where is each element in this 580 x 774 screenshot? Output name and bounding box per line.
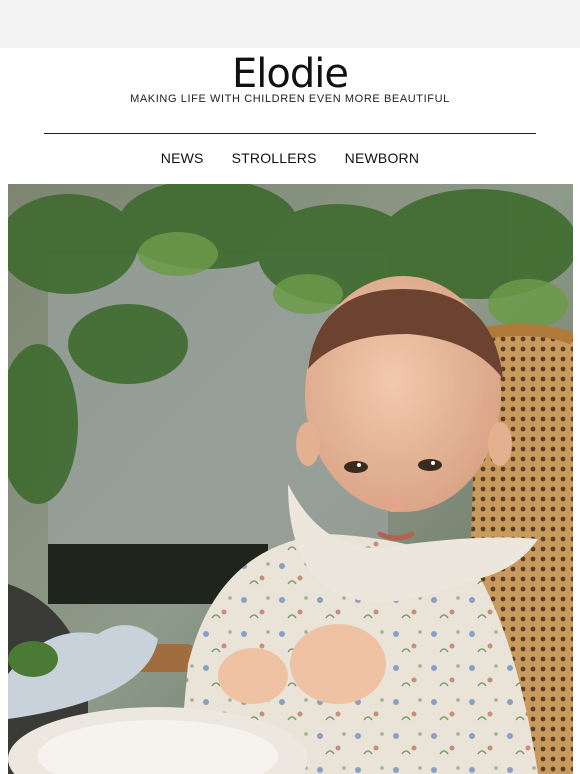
hero-image[interactable] <box>8 184 573 774</box>
brand-logo[interactable]: Elodie <box>0 52 580 96</box>
header-divider <box>44 133 536 134</box>
email-preheader-strip <box>0 0 580 48</box>
brand-tagline: MAKING LIFE WITH CHILDREN EVEN MORE BEAU… <box>130 93 450 105</box>
nav-link-news[interactable]: NEWS <box>161 150 204 166</box>
main-nav: NEWS STROLLERS NEWBORN <box>0 150 580 166</box>
nav-link-strollers[interactable]: STROLLERS <box>232 150 317 166</box>
nav-link-newborn[interactable]: NEWBORN <box>345 150 420 166</box>
